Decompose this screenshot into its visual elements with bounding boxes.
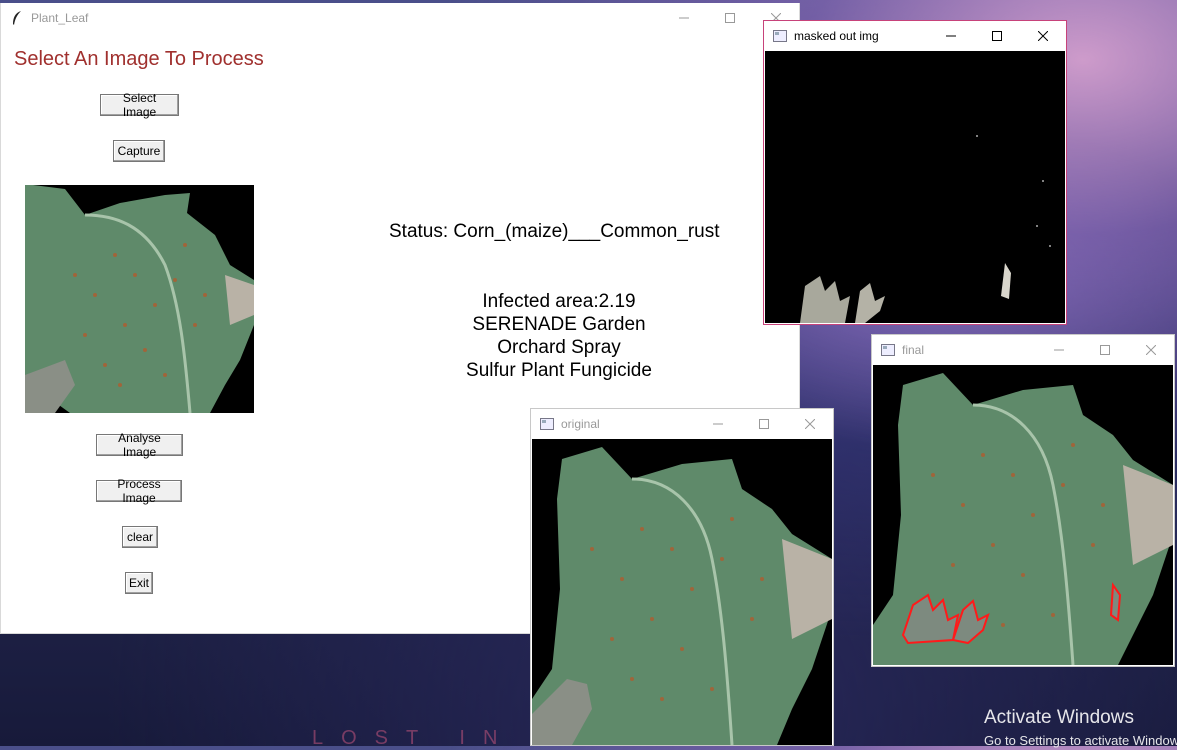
main-titlebar[interactable]: Plant_Leaf [1,3,799,33]
page-heading: Select An Image To Process [14,48,264,70]
process-image-button[interactable]: Process Image [96,477,182,505]
masked-titlebar[interactable]: masked out img [764,21,1066,51]
close-icon[interactable] [1020,21,1066,51]
analyse-image-button[interactable]: Analyse Image [96,431,183,459]
remedy-item: Orchard Spray [497,337,621,358]
minimize-icon[interactable] [695,409,741,439]
capture-button[interactable]: Capture [113,140,165,162]
window-title: Plant_Leaf [31,11,89,25]
status-text: Status: Corn_(maize)___Common_rust [389,221,720,242]
final-titlebar[interactable]: final [872,335,1174,365]
maximize-icon[interactable] [707,3,753,33]
window-icon [539,416,555,432]
remedy-item: Sulfur Plant Fungicide [466,360,652,381]
select-image-button[interactable]: Select Image [100,91,179,119]
masked-window: masked out img [763,20,1067,325]
window-icon [772,28,788,44]
watermark-title: Activate Windows [984,707,1134,728]
selected-leaf-image [25,185,254,413]
minimize-icon[interactable] [928,21,974,51]
original-window: original [530,408,834,746]
maximize-icon[interactable] [974,21,1020,51]
final-window: final [871,334,1175,667]
close-icon[interactable] [1128,335,1174,365]
minimize-icon[interactable] [1036,335,1082,365]
window-icon [880,342,896,358]
clear-button[interactable]: clear [122,526,158,548]
feather-icon [9,10,25,26]
minimize-icon[interactable] [661,3,707,33]
activate-windows-watermark: Activate Windows Go to Settings to activ… [984,707,1177,748]
original-image [532,439,832,745]
maximize-icon[interactable] [1082,335,1128,365]
result-info: Infected area:2.19 SERENADE Garden Orcha… [389,290,729,382]
window-title: final [902,343,925,357]
final-image [873,365,1173,665]
exit-button[interactable]: Exit [125,572,153,594]
infected-area-text: Infected area:2.19 [482,291,636,312]
remedy-item: SERENADE Garden [472,314,646,335]
window-title: masked out img [794,29,879,43]
masked-image [765,51,1065,323]
close-icon[interactable] [787,409,833,439]
window-title: original [561,417,600,431]
original-titlebar[interactable]: original [531,409,833,439]
maximize-icon[interactable] [741,409,787,439]
